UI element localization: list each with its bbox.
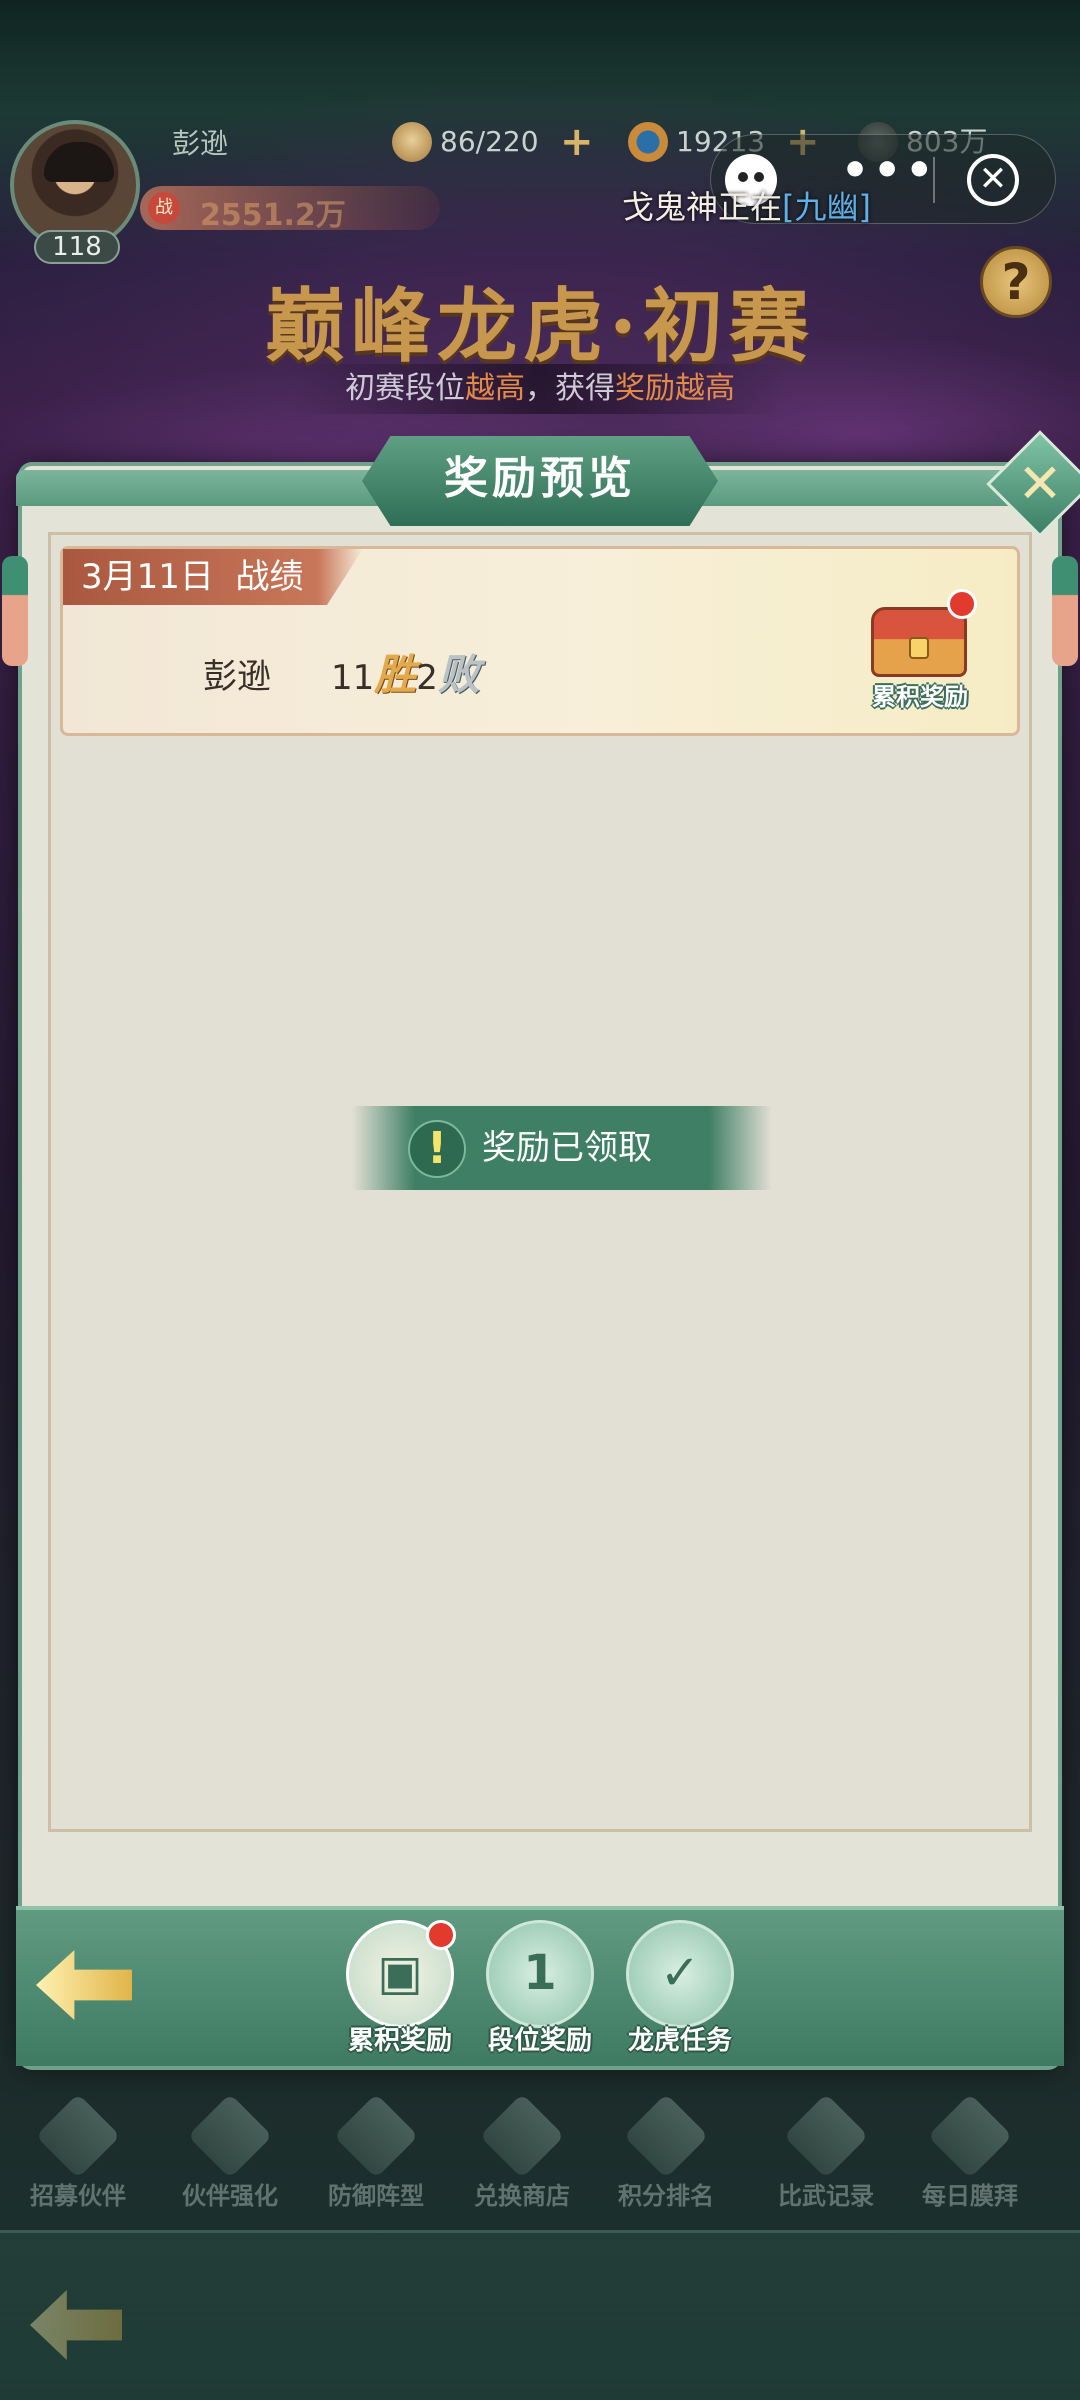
stamina-value: 86/220 [440,125,539,158]
battle-record-card: 3月11日 战绩 彭逊 11胜2败 累积奖励 [60,546,1020,736]
wins-count: 11 [331,658,375,698]
nav-formation[interactable]: 防御阵型 [306,2093,446,2216]
enhance-icon [187,2093,273,2179]
marquee-highlight: [九幽] [782,188,871,226]
chest-label: 累积奖励 [872,683,968,711]
records-icon [783,2093,869,2179]
nav-records[interactable]: 比武记录 [756,2093,896,2216]
reward-claimed-toast: ! 奖励已领取 [352,1106,772,1190]
lose-glyph: 败 [437,650,480,699]
win-glyph: 胜 [374,650,417,699]
record-score: 11胜2败 [331,641,480,702]
subtitle-part: 初赛段位 [345,371,465,406]
nav-label: 积分排名 [618,2182,714,2210]
event-subtitle: 初赛段位越高，获得奖励越高 [290,364,790,414]
player-name: 彭逊 [172,127,229,160]
tab-label: 龙虎任务 [627,2026,732,2056]
modal-tab-bar: ▣ 累积奖励 1 段位奖励 ✓ 龙虎任务 [16,1906,1064,2066]
tab-dragon-tiger-task[interactable]: ✓ 龙虎任务 [620,1920,740,2060]
tab-label: 累积奖励 [347,2026,452,2056]
losses-count: 2 [416,658,438,698]
tab-label: 段位奖励 [487,2026,592,2056]
tab-rank-reward[interactable]: 1 段位奖励 [480,1920,600,2060]
nav-label: 伙伴强化 [182,2182,278,2210]
toast-text: 奖励已领取 [482,1128,652,1168]
scroll-check-icon: ✓ [626,1920,734,2028]
power-bar: 战 2551.2万 [140,186,440,233]
shop-icon [479,2093,565,2179]
nav-label: 招募伙伴 [30,2182,126,2210]
stamina-icon [392,122,432,162]
capsule-divider [933,157,935,203]
cumulative-reward-chest[interactable]: 累积奖励 [855,579,985,719]
nav-label: 兑换商店 [474,2182,570,2210]
close-miniprogram-button[interactable]: ✕ [967,154,1019,206]
gem-icon [628,122,668,162]
back-button[interactable] [36,1950,136,2026]
add-stamina-button[interactable]: + [560,120,594,164]
help-button[interactable]: ? [980,246,1052,318]
left-tassel-icon [2,556,28,666]
nav-shop[interactable]: 兑换商店 [452,2093,592,2216]
power-value: 2551.2万 [200,198,346,233]
record-label: 战绩 [235,557,304,597]
subtitle-highlight: 奖励越高 [615,371,735,406]
notification-dot-icon [426,1920,456,1950]
right-tassel-icon [1052,556,1078,666]
nav-ranking[interactable]: 积分排名 [596,2093,736,2216]
subtitle-part: ，获得 [525,371,615,406]
subtitle-highlight: 越高 [465,371,525,406]
chest-lock-icon [909,637,929,659]
tab-cumulative-reward[interactable]: ▣ 累积奖励 [340,1920,460,2060]
record-date: 3月11日 [81,557,214,597]
ranking-icon [623,2093,709,2179]
exclamation-icon: ! [408,1120,466,1178]
power-icon: 战 [148,192,180,224]
event-title: 巅峰龙虎·初赛 [265,279,815,373]
formation-icon [333,2093,419,2179]
nav-worship[interactable]: 每日膜拜 [900,2093,1040,2216]
recruit-icon [35,2093,121,2179]
notification-dot-icon [947,589,977,619]
nav-label: 防御阵型 [328,2182,424,2210]
nav-label: 每日膜拜 [922,2182,1018,2210]
close-icon: ✕ [1017,452,1063,515]
back-arrow-icon [36,1950,132,2020]
thumbs-up-icon [927,2093,1013,2179]
bottom-nav: 招募伙伴 伙伴强化 防御阵型 兑换商店 积分排名 比武记录 每日膜拜 [0,2093,1080,2216]
bottom-strip [0,2230,1080,2400]
podium-icon: 1 [486,1920,594,2028]
nav-enhance[interactable]: 伙伴强化 [160,2093,300,2216]
nav-label: 比武记录 [778,2182,874,2210]
avatar-hair [44,142,114,182]
nav-recruit[interactable]: 招募伙伴 [8,2093,148,2216]
stamina-resource: 86/220 + [392,120,602,164]
player-level-badge: 118 [34,230,120,264]
reward-preview-modal: 奖励预览 ✕ 3月11日 战绩 彭逊 11胜2败 累积奖励 ! 奖励已领取 ▣ [2,430,1080,2066]
record-date-tag: 3月11日 战绩 [63,549,363,605]
marquee-text: 戈鬼神正在 [622,188,783,226]
announcement-marquee: 戈鬼神正在[九幽] [622,182,871,228]
modal-title: 奖励预览 [444,453,636,504]
record-player-name: 彭逊 [203,657,271,697]
